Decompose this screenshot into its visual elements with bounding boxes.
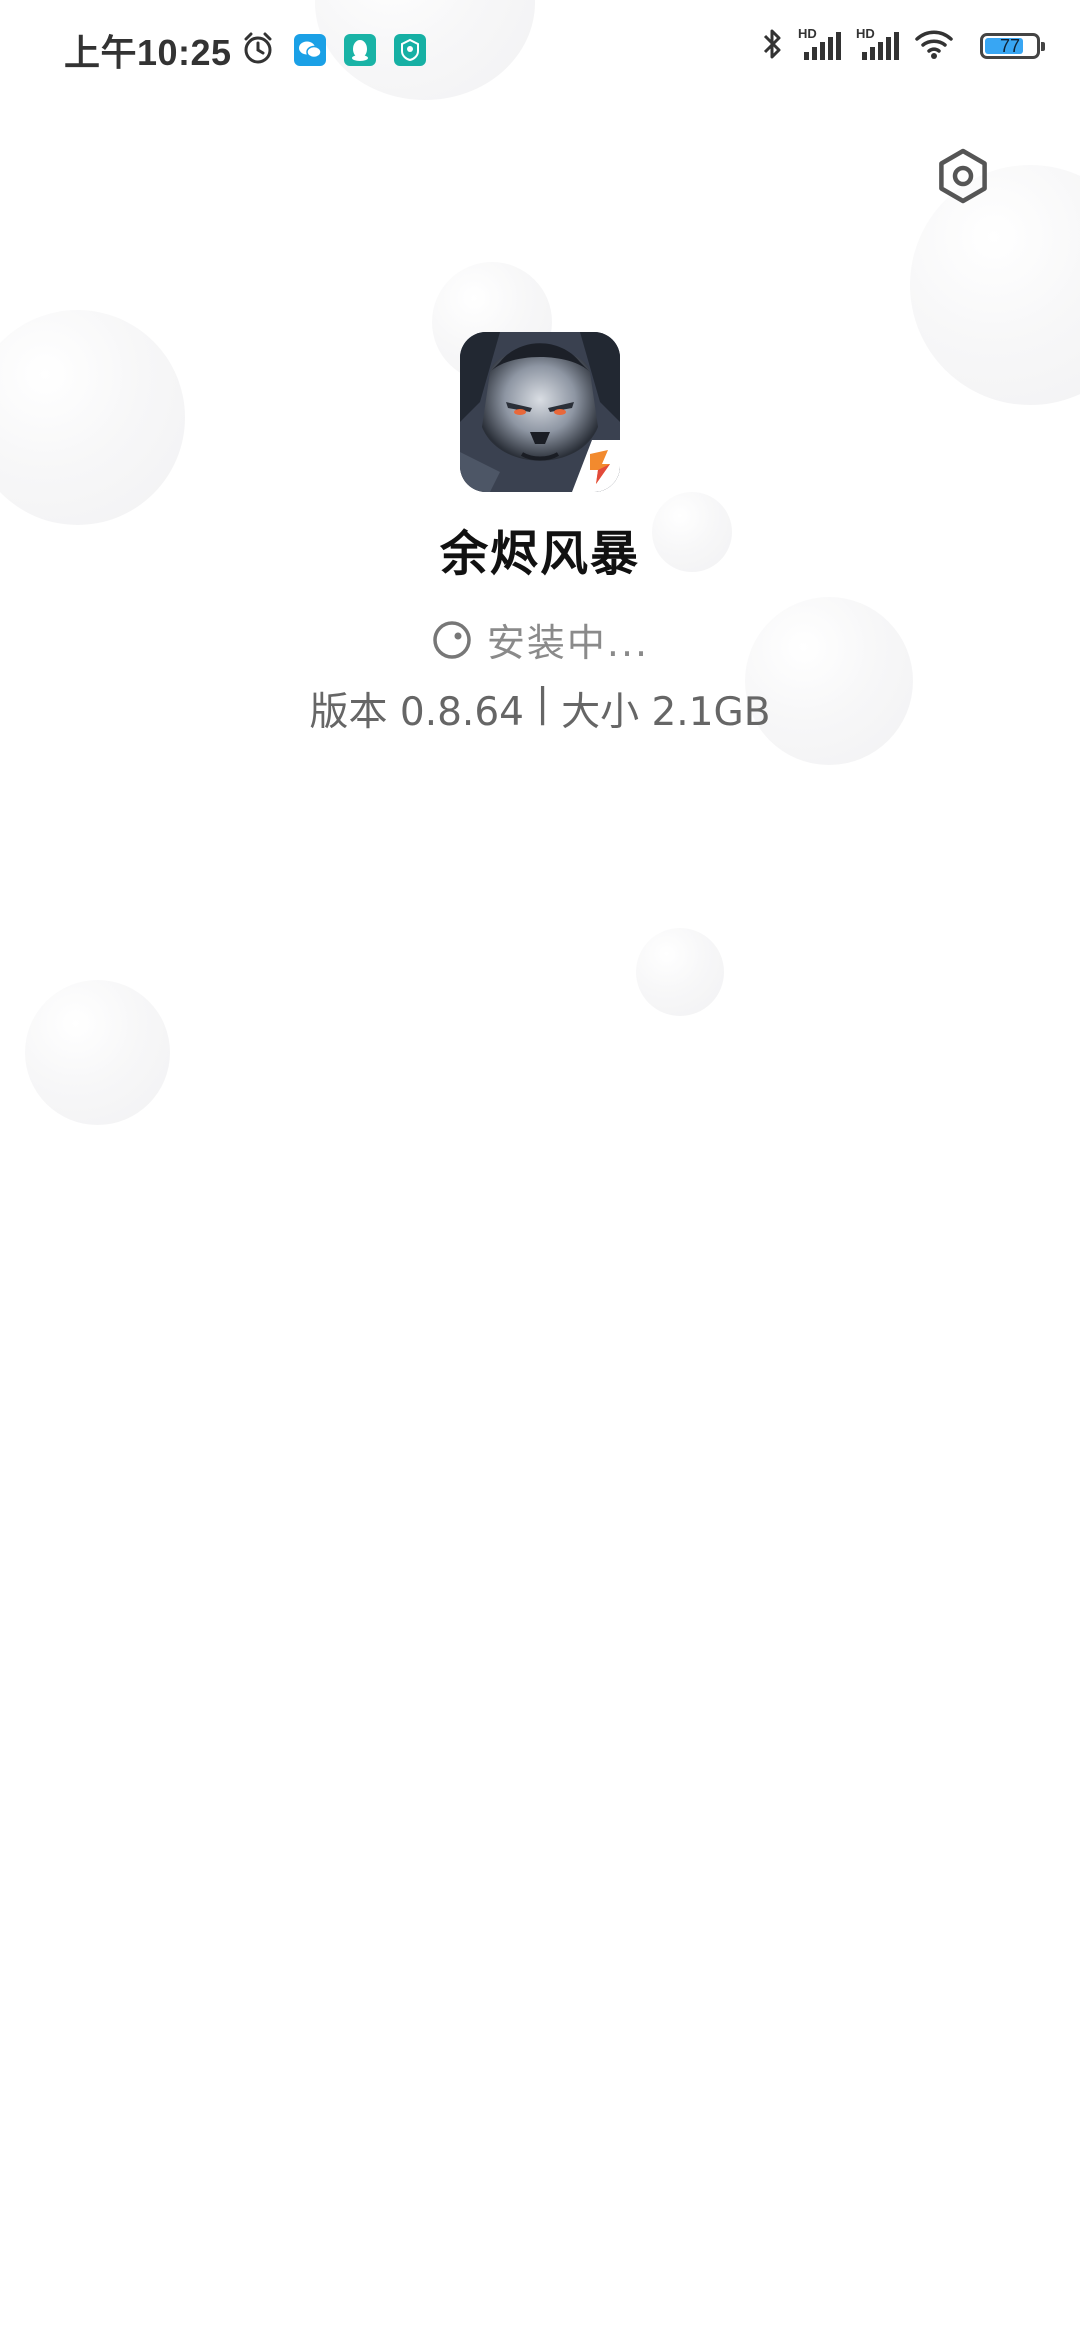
system-indicators: HD HD 77	[760, 26, 1045, 66]
install-status: 安装中...	[431, 612, 649, 667]
status-bar: 上午10:25 HD HD 77	[0, 0, 1080, 96]
signal-hd-icon: HD	[856, 26, 900, 64]
loading-icon	[433, 620, 471, 659]
notification-icons	[240, 30, 426, 70]
size-label: 大小 2.1GB	[561, 690, 771, 735]
version-label: 版本 0.8.64	[309, 690, 524, 735]
store-badge-icon	[572, 440, 620, 492]
info-separator: |	[535, 681, 550, 726]
wechat-icon	[294, 34, 326, 66]
game-helper-icon	[394, 34, 426, 66]
decorative-bubble	[25, 980, 170, 1125]
status-time: 上午10:25	[64, 32, 232, 73]
qq-icon	[344, 34, 376, 66]
alarm-icon	[240, 30, 276, 70]
settings-icon	[939, 148, 987, 204]
battery-icon: 77	[980, 33, 1045, 59]
app-icon	[460, 332, 620, 492]
app-name: 余烬风暴	[439, 526, 640, 582]
wifi-icon	[914, 26, 954, 66]
settings-button[interactable]	[932, 145, 994, 207]
signal-hd-icon: HD	[798, 26, 842, 64]
app-info: 余烬风暴 安装中... 版本 0.8.64 | 大小 2.1GB	[0, 332, 1080, 737]
decorative-bubble	[636, 928, 724, 1016]
battery-level: 77	[999, 35, 1021, 56]
install-screen: 上午10:25 HD HD 77 余烬风暴 安装中... 版本 0.8.64 |…	[0, 0, 1080, 2340]
install-status-text: 安装中...	[486, 621, 650, 665]
version-info: 版本 0.8.64 | 大小 2.1GB	[310, 681, 771, 737]
bluetooth-icon	[760, 26, 784, 66]
